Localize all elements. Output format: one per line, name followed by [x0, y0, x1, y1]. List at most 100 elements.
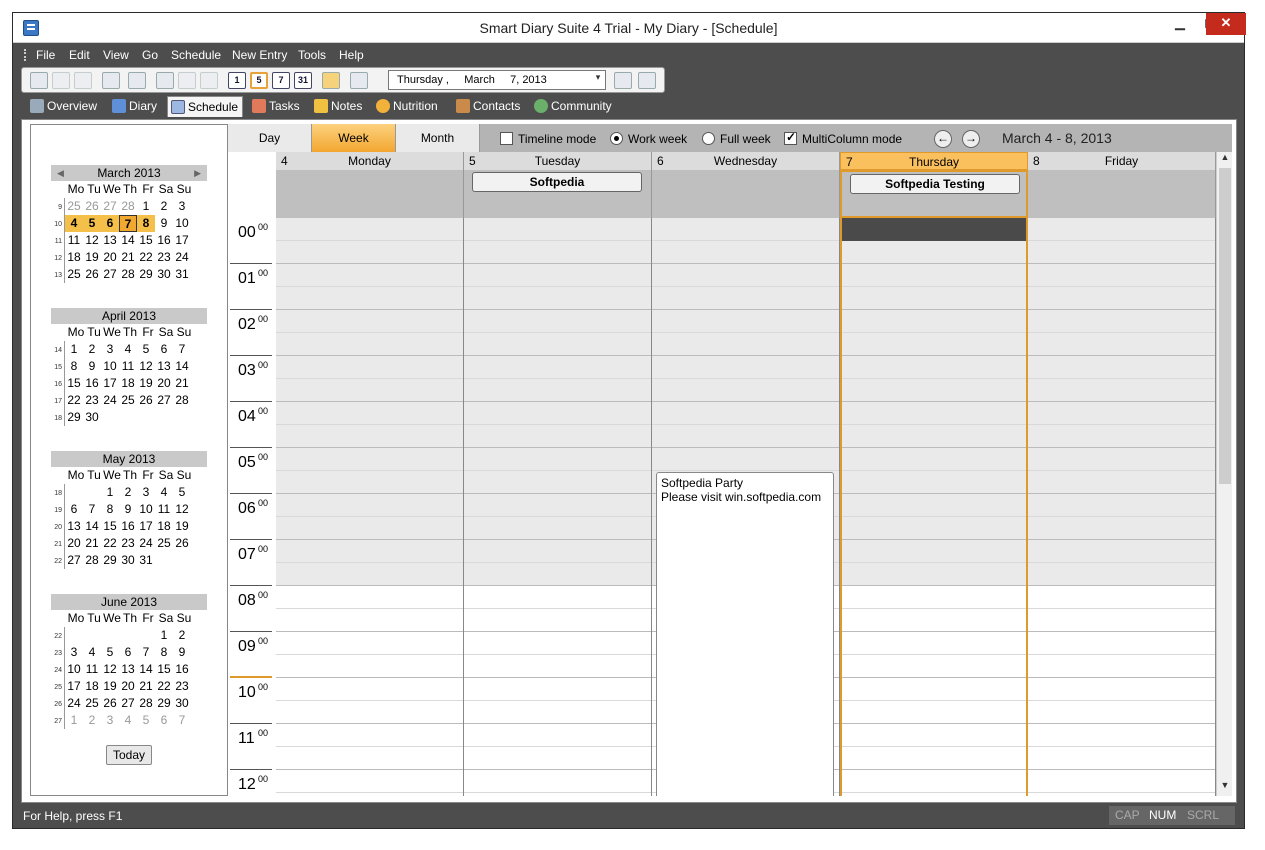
- day-cell[interactable]: 8: [101, 501, 119, 518]
- scroll-down-icon[interactable]: ▼: [1217, 780, 1233, 790]
- day-cell[interactable]: 7: [83, 501, 101, 518]
- time-slot[interactable]: [464, 632, 651, 655]
- time-slot[interactable]: [276, 655, 463, 678]
- time-slot[interactable]: [842, 586, 1026, 609]
- day-cell[interactable]: 23: [155, 249, 173, 266]
- day-cell[interactable]: 14: [173, 358, 191, 375]
- time-slot[interactable]: [1028, 402, 1215, 425]
- time-slot[interactable]: [464, 678, 651, 701]
- day-cell[interactable]: 1: [65, 341, 83, 358]
- time-slot[interactable]: [464, 609, 651, 632]
- day-cell[interactable]: 14: [83, 518, 101, 535]
- time-slot[interactable]: [1028, 379, 1215, 402]
- all-day-cell[interactable]: [276, 170, 464, 218]
- day-cell[interactable]: 18: [155, 518, 173, 535]
- day-cell[interactable]: 27: [119, 695, 137, 712]
- day-cell[interactable]: 7: [173, 712, 191, 729]
- time-slot[interactable]: [842, 494, 1026, 517]
- time-slot[interactable]: [464, 494, 651, 517]
- view-week-button[interactable]: Week: [312, 124, 396, 152]
- day-cell[interactable]: 31: [137, 552, 155, 569]
- time-slot[interactable]: [842, 402, 1026, 425]
- day-cell[interactable]: 13: [101, 232, 119, 249]
- time-slot[interactable]: [652, 425, 839, 448]
- day-cell[interactable]: [137, 627, 155, 644]
- time-slot[interactable]: [276, 402, 463, 425]
- time-slot[interactable]: [842, 701, 1026, 724]
- time-slot[interactable]: [1028, 241, 1215, 264]
- day-cell[interactable]: 27: [65, 552, 83, 569]
- day-cell[interactable]: 23: [173, 678, 191, 695]
- time-slot[interactable]: [1028, 586, 1215, 609]
- day-cell[interactable]: 13: [65, 518, 83, 535]
- time-slot[interactable]: [464, 793, 651, 796]
- day-cell[interactable]: 20: [101, 249, 119, 266]
- day-header-monday[interactable]: 4 Monday: [276, 152, 464, 170]
- day-cell[interactable]: 3: [173, 198, 191, 215]
- time-slot[interactable]: [464, 241, 651, 264]
- day-cell[interactable]: 20: [155, 375, 173, 392]
- day-cell[interactable]: 10: [137, 501, 155, 518]
- day-cell[interactable]: 25: [155, 535, 173, 552]
- time-slot[interactable]: [276, 287, 463, 310]
- month-view-icon[interactable]: 31: [294, 72, 312, 89]
- day-cell[interactable]: 14: [137, 661, 155, 678]
- day-cell[interactable]: 1: [65, 712, 83, 729]
- day-cell[interactable]: 9: [173, 644, 191, 661]
- day-cell[interactable]: 2: [83, 712, 101, 729]
- day-cell[interactable]: 12: [83, 232, 101, 249]
- next-month-icon[interactable]: ▶: [194, 165, 201, 181]
- time-slot[interactable]: [652, 333, 839, 356]
- day-cell[interactable]: 17: [173, 232, 191, 249]
- time-slot[interactable]: [842, 379, 1026, 402]
- day-cell[interactable]: 27: [101, 198, 119, 215]
- time-slot[interactable]: [842, 471, 1026, 494]
- print-icon[interactable]: [102, 72, 120, 89]
- day-cell[interactable]: 16: [155, 232, 173, 249]
- time-slot[interactable]: [276, 241, 463, 264]
- new-entry-icon[interactable]: [30, 72, 48, 89]
- day-cell[interactable]: 11: [65, 232, 83, 249]
- time-slot[interactable]: [1028, 310, 1215, 333]
- day-cell[interactable]: 28: [83, 552, 101, 569]
- day-cell[interactable]: 22: [155, 678, 173, 695]
- day-header-thursday[interactable]: 7 Thursday: [840, 152, 1028, 170]
- tab-community[interactable]: Community: [531, 96, 612, 117]
- day-cell[interactable]: 22: [101, 535, 119, 552]
- day-cell[interactable]: 21: [137, 678, 155, 695]
- day-cell[interactable]: [173, 552, 191, 569]
- time-slot[interactable]: [276, 218, 463, 241]
- day-cell[interactable]: 3: [65, 644, 83, 661]
- day-cell[interactable]: 22: [65, 392, 83, 409]
- prev-month-icon[interactable]: ◀: [57, 165, 64, 181]
- day-header-wednesday[interactable]: 6 Wednesday: [652, 152, 840, 170]
- day-cell[interactable]: 14: [119, 232, 137, 249]
- day-cell[interactable]: 6: [101, 215, 119, 232]
- find-next-icon[interactable]: [178, 72, 196, 89]
- day-cell[interactable]: 7: [137, 644, 155, 661]
- time-slot[interactable]: [652, 448, 839, 471]
- time-slot[interactable]: [1028, 678, 1215, 701]
- day-cell[interactable]: 29: [155, 695, 173, 712]
- day-cell[interactable]: 3: [101, 712, 119, 729]
- time-slot[interactable]: [1028, 448, 1215, 471]
- day-cell[interactable]: [83, 484, 101, 501]
- time-slot[interactable]: [1028, 632, 1215, 655]
- day-cell[interactable]: 30: [155, 266, 173, 283]
- work-week-view-icon[interactable]: 5: [250, 72, 268, 89]
- menu-view[interactable]: View: [103, 48, 129, 62]
- menu-schedule[interactable]: Schedule: [171, 48, 221, 62]
- day-cell[interactable]: [137, 409, 155, 426]
- day-cell[interactable]: [83, 627, 101, 644]
- all-day-event[interactable]: Softpedia: [472, 172, 642, 192]
- tab-contacts[interactable]: Contacts: [453, 96, 520, 117]
- day-cell[interactable]: 20: [119, 678, 137, 695]
- time-slot[interactable]: [652, 264, 839, 287]
- time-slot[interactable]: [1028, 333, 1215, 356]
- time-slot[interactable]: [1028, 425, 1215, 448]
- time-slot[interactable]: [842, 356, 1026, 379]
- time-slot[interactable]: [842, 287, 1026, 310]
- day-cell[interactable]: 9: [155, 215, 173, 232]
- time-slot[interactable]: [276, 563, 463, 586]
- time-slot[interactable]: [464, 540, 651, 563]
